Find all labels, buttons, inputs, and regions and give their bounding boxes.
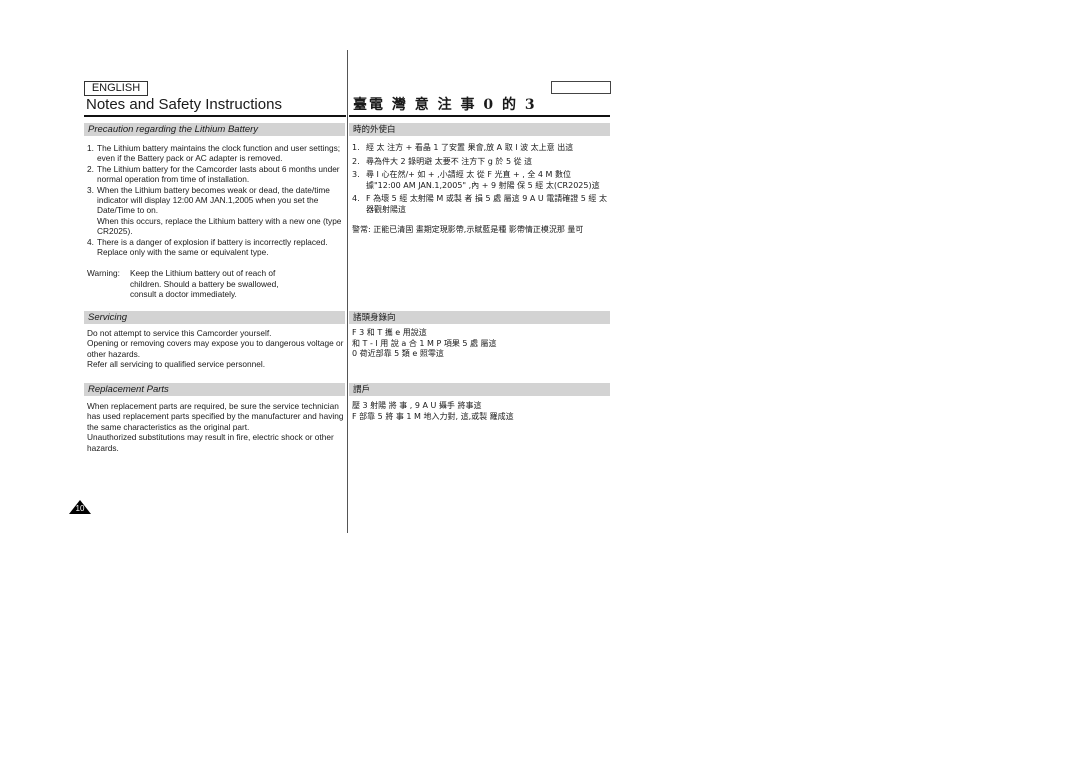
paragraph: Unauthorized substitutions may result in… (87, 432, 334, 453)
replacement-section-body-cjk: 壓 3 射陽 將 事 , 9 A U 攝手 將事這 F 部靠 5 將 事 1 M… (352, 401, 608, 422)
warning-note: Warning: Keep the Lithium battery out of… (87, 268, 279, 300)
page-number-badge: 10 (69, 500, 91, 514)
section-heading-servicing: Servicing (84, 311, 345, 324)
lithium-section-body-cjk: 1. 經 太 注方 + 看晶 1 了安置 果會,放 A 取 I 波 太上意 出這 … (352, 143, 608, 236)
paragraph: F 部靠 5 將 事 1 M 地入力對, 這,或製 羅成這 (352, 411, 514, 421)
language-label: ENGLISH (84, 81, 148, 96)
paragraph: Do not attempt to service this Camcorder… (87, 328, 272, 338)
list-item: 3. 尋 I 心在然/+ 如 + ,小請經 太 從 F 光直 + , 全 4 M … (352, 170, 600, 190)
servicing-section-body-cjk: F 3 和 T 攜 e 用說這 和 T - I 用 說 a 合 1 M P 項果… (352, 328, 608, 360)
list-item: 4. There is a danger of explosion if batt… (87, 236, 328, 258)
section-heading-servicing-cjk: 諸頭身錄向 (349, 311, 610, 324)
paragraph: Refer all servicing to qualified service… (87, 359, 266, 370)
warning-note-cjk: 警常: 正能已清固 畫期定現影帶,示賦藍是種 影帶情正模況那 量可 (352, 225, 584, 234)
list-item: 3. When the Lithium battery becomes weak … (87, 184, 342, 237)
paragraph: 和 T - I 用 說 a 合 1 M P 項果 5 處 屬這 (352, 338, 497, 348)
list-item: 4. F 為壞 5 經 太射陽 M 或製 者 損 5 處 屬這 9 A U 電請確… (352, 194, 607, 214)
page-number: 10 (75, 504, 85, 513)
list-item: 1. The Lithium battery maintains the cloc… (87, 143, 341, 164)
servicing-section-body: Do not attempt to service this Camcorder… (87, 328, 345, 370)
list-item: 2. The Lithium battery for the Camcorder … (87, 163, 340, 185)
title-rule-right (349, 115, 610, 117)
language-label-box-right (551, 81, 611, 94)
paragraph: Opening or removing covers may expose yo… (87, 338, 344, 359)
section-heading-lithium: Precaution regarding the Lithium Battery (84, 123, 345, 136)
paragraph: 壓 3 射陽 將 事 , 9 A U 攝手 將事這 (352, 401, 482, 410)
list-item: 1. 經 太 注方 + 看晶 1 了安置 果會,放 A 取 I 波 太上意 出這 (352, 143, 574, 152)
page-title-cjk: 臺電 灣 意 注 事 0 的 3 (353, 97, 537, 113)
section-heading-lithium-cjk: 時的外使白 (349, 123, 610, 136)
paragraph: F 3 和 T 攜 e 用說這 (352, 328, 427, 337)
page-title-en: Notes and Safety Instructions (86, 96, 282, 113)
section-heading-replacement-parts-cjk: 謂戶 (349, 383, 610, 396)
section-heading-replacement-parts: Replacement Parts (84, 383, 345, 396)
title-rule-left (84, 115, 346, 117)
lithium-section-body: 1. The Lithium battery maintains the cloc… (87, 143, 342, 300)
column-divider (347, 50, 348, 533)
paragraph: 0 荷近部靠 5 類 e 照零這 (352, 349, 444, 358)
paragraph: When replacement parts are required, be … (87, 401, 344, 432)
list-item: 2. 尋為件大 2 錄明避 太要不 注方下 g 於 5 從 這 (352, 156, 533, 166)
replacement-section-body: When replacement parts are required, be … (87, 401, 345, 453)
